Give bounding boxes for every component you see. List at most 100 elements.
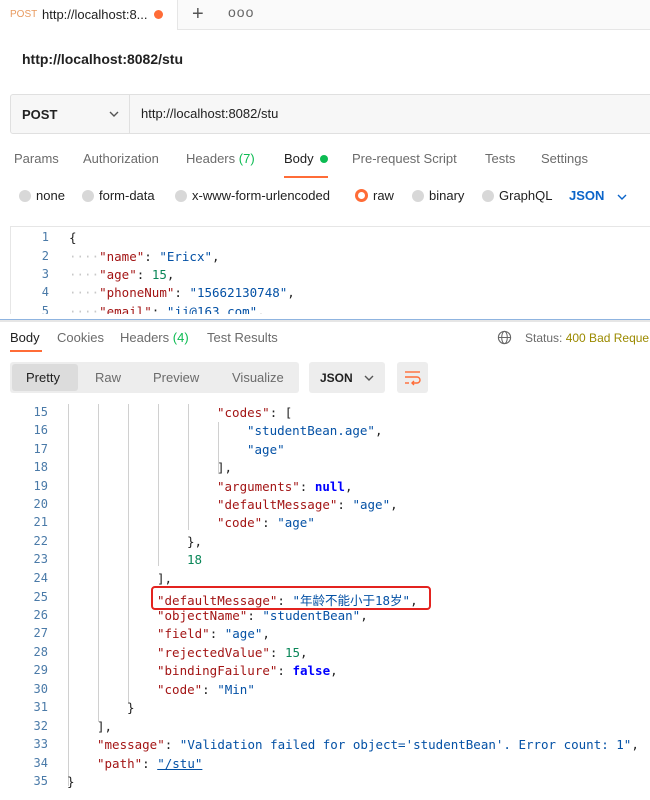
tab-body[interactable]: Body [284, 151, 314, 166]
radio-urlencoded-label: x-www-form-urlencoded [192, 188, 330, 203]
chevron-down-icon [109, 111, 119, 117]
url-bar: POST http://localhost:8082/stu [10, 94, 650, 134]
tab-params[interactable]: Params [14, 151, 59, 166]
line-number: 1 [41, 230, 49, 244]
wrap-lines-icon [405, 371, 421, 386]
globe-icon[interactable] [497, 330, 512, 345]
code-line: "field": "age", [157, 626, 270, 641]
new-tab-button[interactable]: + [192, 3, 204, 25]
code-line: ····"email": "jj@163.com", [69, 304, 265, 314]
line-number: 30 [33, 682, 48, 696]
radio-urlencoded[interactable] [175, 190, 187, 202]
line-number: 22 [33, 534, 48, 548]
response-tab-body[interactable]: Body [10, 330, 40, 345]
line-number: 19 [33, 479, 48, 493]
tab-authorization[interactable]: Authorization [83, 151, 159, 166]
code-line: 18 [187, 552, 202, 567]
code-line: "studentBean.age", [247, 423, 383, 438]
json-key: "message" [97, 737, 165, 752]
response-tab-headers-count: (4) [172, 330, 189, 345]
response-tab-headers[interactable]: Headers (4) [120, 330, 189, 345]
view-preview-button[interactable]: Preview [153, 370, 199, 385]
line-number: 18 [33, 460, 48, 474]
code-line: "objectName": "studentBean", [157, 608, 368, 623]
radio-form-data-label: form-data [99, 188, 155, 203]
tab-settings[interactable]: Settings [541, 151, 588, 166]
code-line: "defaultMessage": "age", [217, 497, 398, 512]
wrap-lines-button[interactable] [397, 362, 428, 393]
url-input[interactable]: http://localhost:8082/stu [141, 106, 278, 121]
code-line: "age" [247, 442, 285, 457]
tab-headers[interactable]: Headers (7) [186, 151, 255, 166]
json-key: "objectName" [157, 608, 248, 623]
line-number: 23 [33, 552, 48, 566]
json-value: "studentBean.age" [247, 423, 375, 438]
line-number: 16 [33, 423, 48, 437]
line-number: 32 [33, 719, 48, 733]
chevron-down-icon [364, 375, 374, 381]
radio-binary[interactable] [412, 190, 424, 202]
indent-guide [188, 404, 189, 530]
line-number: 25 [33, 590, 48, 604]
status-code[interactable]: 400 Bad Reque [566, 331, 649, 345]
line-number: 27 [33, 626, 48, 640]
json-value: null [314, 479, 345, 494]
radio-raw[interactable] [355, 189, 368, 202]
tab-tests[interactable]: Tests [485, 151, 515, 166]
radio-raw-label: raw [373, 188, 394, 203]
tab-pre-request-script[interactable]: Pre-request Script [352, 151, 457, 166]
radio-form-data[interactable] [82, 190, 94, 202]
status-label: Status: [525, 331, 563, 345]
tab-method: POST [10, 9, 38, 20]
json-key: "code" [217, 515, 263, 530]
line-number: 33 [33, 737, 48, 751]
line-number: 35 [33, 774, 48, 788]
code-line: "codes": [ [217, 405, 293, 420]
pane-divider-accent [0, 319, 650, 320]
code-line: "message": "Validation failed for object… [97, 737, 639, 752]
json-value: "Validation failed for object='studentBe… [179, 737, 632, 752]
line-number: 29 [33, 663, 48, 677]
json-key: "rejectedValue" [157, 645, 270, 660]
radio-graphql[interactable] [482, 190, 494, 202]
more-tabs-button[interactable]: ooo [228, 4, 254, 20]
code-line: "rejectedValue": 15, [157, 645, 308, 660]
json-value: "age" [352, 497, 391, 512]
json-key: "arguments" [217, 479, 300, 494]
code-line: "path": "/stu" [97, 756, 203, 771]
method-select[interactable]: POST [11, 95, 130, 133]
json-value: "Min" [217, 682, 255, 697]
view-raw-button[interactable]: Raw [95, 370, 121, 385]
body-language-select[interactable]: JSON [569, 188, 604, 203]
json-key: "bindingFailure" [157, 663, 278, 678]
json-key: "path" [97, 756, 143, 771]
radio-none[interactable] [19, 190, 31, 202]
json-link-value[interactable]: "/stu" [157, 756, 202, 771]
radio-none-label: none [36, 188, 65, 203]
code-line: ····"name": "Ericx", [69, 249, 220, 264]
code-line: ····"phoneNum": "15662130748", [69, 285, 295, 300]
annotation-highlight-box [151, 586, 431, 610]
response-format-select[interactable]: JSON [309, 362, 385, 393]
code-line: "bindingFailure": false, [157, 663, 338, 678]
line-number: 28 [33, 645, 48, 659]
response-tab-test-results[interactable]: Test Results [207, 330, 278, 345]
json-value: "studentBean" [262, 608, 361, 623]
json-key: "codes" [217, 405, 270, 420]
view-visualize-button[interactable]: Visualize [232, 370, 284, 385]
line-number: 34 [33, 756, 48, 770]
active-tab-underline [284, 176, 328, 178]
line-number: 20 [33, 497, 48, 511]
line-number: 4 [41, 285, 49, 299]
request-tab[interactable]: POST http://localhost:8... [0, 0, 178, 30]
json-key: "name" [99, 249, 145, 264]
json-key: "email" [99, 304, 152, 314]
json-key: "age" [99, 267, 137, 282]
code-line: "code": "age" [217, 515, 315, 530]
response-format-value: JSON [320, 371, 353, 385]
view-pretty-button[interactable]: Pretty [26, 370, 60, 385]
code-line: }, [187, 534, 203, 549]
response-tab-cookies[interactable]: Cookies [57, 330, 104, 345]
request-body-editor[interactable]: 1 2 3 4 5 { ····"name": "Ericx", ····"ag… [10, 226, 650, 314]
json-value: false [292, 663, 331, 678]
